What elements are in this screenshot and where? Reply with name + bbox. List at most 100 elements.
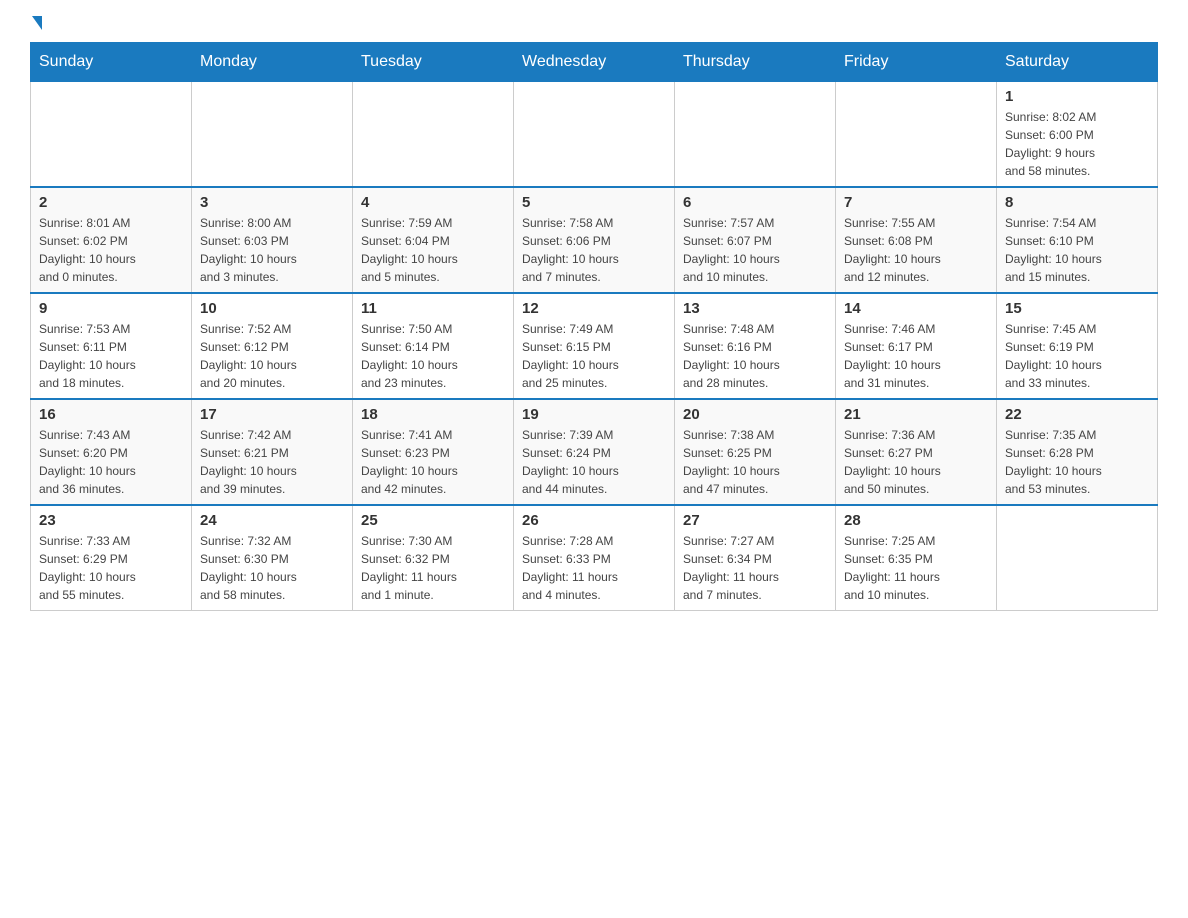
day-info: Sunrise: 7:36 AMSunset: 6:27 PMDaylight:…	[844, 426, 988, 498]
calendar-day-cell	[31, 82, 192, 188]
calendar-day-cell: 4Sunrise: 7:59 AMSunset: 6:04 PMDaylight…	[353, 187, 514, 293]
day-number: 15	[1005, 300, 1149, 317]
calendar-week-row: 23 Sunrise: 7:33 AMSunset: 6:29 PMDayligh…	[31, 505, 1158, 611]
calendar-day-cell: 21Sunrise: 7:36 AMSunset: 6:27 PMDayligh…	[836, 399, 997, 505]
day-info: Sunrise: 7:46 AMSunset: 6:17 PMDaylight:…	[844, 320, 988, 392]
calendar-day-cell	[675, 82, 836, 188]
calendar-day-cell: 28 Sunrise: 7:25 AMSunset: 6:35 PMDayligh…	[836, 505, 997, 611]
day-info: Sunrise: 7:41 AMSunset: 6:23 PMDaylight:…	[361, 426, 505, 498]
day-info: Sunrise: 7:38 AMSunset: 6:25 PMDaylight:…	[683, 426, 827, 498]
day-number: 11	[361, 300, 505, 317]
day-info: Sunrise: 8:00 AMSunset: 6:03 PMDaylight:…	[200, 214, 344, 286]
day-info: Sunrise: 8:02 AMSunset: 6:00 PMDaylight:…	[1005, 108, 1149, 180]
day-number: 23	[39, 512, 183, 529]
calendar-day-header: Monday	[192, 43, 353, 82]
calendar-week-row: 9 Sunrise: 7:53 AMSunset: 6:11 PMDaylight…	[31, 293, 1158, 399]
day-info: Sunrise: 7:43 AMSunset: 6:20 PMDaylight:…	[39, 426, 183, 498]
day-number: 1	[1005, 88, 1149, 105]
day-info: Sunrise: 7:25 AMSunset: 6:35 PMDaylight:…	[844, 532, 988, 604]
day-number: 7	[844, 194, 988, 211]
calendar-day-cell: 1 Sunrise: 8:02 AMSunset: 6:00 PMDaylight…	[997, 82, 1158, 188]
day-info: Sunrise: 7:53 AMSunset: 6:11 PMDaylight:…	[39, 320, 183, 392]
day-info: Sunrise: 7:55 AMSunset: 6:08 PMDaylight:…	[844, 214, 988, 286]
calendar-week-row: 16 Sunrise: 7:43 AMSunset: 6:20 PMDayligh…	[31, 399, 1158, 505]
calendar-day-cell: 10 Sunrise: 7:52 AMSunset: 6:12 PMDayligh…	[192, 293, 353, 399]
day-info: Sunrise: 7:57 AMSunset: 6:07 PMDaylight:…	[683, 214, 827, 286]
day-number: 28	[844, 512, 988, 529]
day-info: Sunrise: 7:58 AMSunset: 6:06 PMDaylight:…	[522, 214, 666, 286]
calendar-day-cell	[997, 505, 1158, 611]
calendar-day-cell: 7 Sunrise: 7:55 AMSunset: 6:08 PMDaylight…	[836, 187, 997, 293]
calendar-day-cell: 2 Sunrise: 8:01 AMSunset: 6:02 PMDaylight…	[31, 187, 192, 293]
page-header	[30, 20, 1158, 26]
calendar-day-header: Thursday	[675, 43, 836, 82]
calendar-day-cell	[836, 82, 997, 188]
calendar-day-cell: 15 Sunrise: 7:45 AMSunset: 6:19 PMDayligh…	[997, 293, 1158, 399]
calendar-day-cell: 20 Sunrise: 7:38 AMSunset: 6:25 PMDayligh…	[675, 399, 836, 505]
day-number: 13	[683, 300, 827, 317]
day-number: 10	[200, 300, 344, 317]
day-info: Sunrise: 7:28 AMSunset: 6:33 PMDaylight:…	[522, 532, 666, 604]
calendar-day-cell: 6 Sunrise: 7:57 AMSunset: 6:07 PMDaylight…	[675, 187, 836, 293]
calendar-table: SundayMondayTuesdayWednesdayThursdayFrid…	[30, 42, 1158, 611]
calendar-day-header: Saturday	[997, 43, 1158, 82]
calendar-day-cell: 14 Sunrise: 7:46 AMSunset: 6:17 PMDayligh…	[836, 293, 997, 399]
day-number: 9	[39, 300, 183, 317]
day-info: Sunrise: 7:54 AMSunset: 6:10 PMDaylight:…	[1005, 214, 1149, 286]
calendar-day-cell: 17 Sunrise: 7:42 AMSunset: 6:21 PMDayligh…	[192, 399, 353, 505]
calendar-day-cell	[514, 82, 675, 188]
day-info: Sunrise: 7:48 AMSunset: 6:16 PMDaylight:…	[683, 320, 827, 392]
calendar-day-cell: 11 Sunrise: 7:50 AMSunset: 6:14 PMDayligh…	[353, 293, 514, 399]
day-info: Sunrise: 7:50 AMSunset: 6:14 PMDaylight:…	[361, 320, 505, 392]
day-number: 2	[39, 194, 183, 211]
calendar-day-cell: 19 Sunrise: 7:39 AMSunset: 6:24 PMDayligh…	[514, 399, 675, 505]
day-number: 19	[522, 406, 666, 423]
day-info: Sunrise: 7:32 AMSunset: 6:30 PMDaylight:…	[200, 532, 344, 604]
calendar-day-cell: 16 Sunrise: 7:43 AMSunset: 6:20 PMDayligh…	[31, 399, 192, 505]
day-number: 4	[361, 194, 505, 211]
calendar-week-row: 2 Sunrise: 8:01 AMSunset: 6:02 PMDaylight…	[31, 187, 1158, 293]
day-number: 5	[522, 194, 666, 211]
day-info: Sunrise: 7:35 AMSunset: 6:28 PMDaylight:…	[1005, 426, 1149, 498]
calendar-day-header: Friday	[836, 43, 997, 82]
day-info: Sunrise: 7:49 AMSunset: 6:15 PMDaylight:…	[522, 320, 666, 392]
calendar-day-cell: 18 Sunrise: 7:41 AMSunset: 6:23 PMDayligh…	[353, 399, 514, 505]
calendar-week-row: 1 Sunrise: 8:02 AMSunset: 6:00 PMDaylight…	[31, 82, 1158, 188]
calendar-day-cell: 5 Sunrise: 7:58 AMSunset: 6:06 PMDaylight…	[514, 187, 675, 293]
calendar-day-cell: 22 Sunrise: 7:35 AMSunset: 6:28 PMDayligh…	[997, 399, 1158, 505]
day-info: Sunrise: 7:39 AMSunset: 6:24 PMDaylight:…	[522, 426, 666, 498]
day-number: 3	[200, 194, 344, 211]
calendar-day-header: Sunday	[31, 43, 192, 82]
day-number: 22	[1005, 406, 1149, 423]
calendar-day-cell	[353, 82, 514, 188]
day-info: Sunrise: 7:52 AMSunset: 6:12 PMDaylight:…	[200, 320, 344, 392]
day-number: 16	[39, 406, 183, 423]
calendar-day-cell: 23 Sunrise: 7:33 AMSunset: 6:29 PMDayligh…	[31, 505, 192, 611]
day-number: 18	[361, 406, 505, 423]
day-number: 8	[1005, 194, 1149, 211]
day-info: Sunrise: 7:42 AMSunset: 6:21 PMDaylight:…	[200, 426, 344, 498]
logo	[30, 20, 42, 26]
logo-triangle-icon	[32, 16, 42, 30]
calendar-day-cell: 12 Sunrise: 7:49 AMSunset: 6:15 PMDayligh…	[514, 293, 675, 399]
logo-text	[30, 20, 42, 30]
calendar-day-cell: 27Sunrise: 7:27 AMSunset: 6:34 PMDayligh…	[675, 505, 836, 611]
calendar-day-cell: 25 Sunrise: 7:30 AMSunset: 6:32 PMDayligh…	[353, 505, 514, 611]
day-number: 17	[200, 406, 344, 423]
day-number: 6	[683, 194, 827, 211]
day-info: Sunrise: 7:45 AMSunset: 6:19 PMDaylight:…	[1005, 320, 1149, 392]
day-info: Sunrise: 7:27 AMSunset: 6:34 PMDaylight:…	[683, 532, 827, 604]
day-info: Sunrise: 8:01 AMSunset: 6:02 PMDaylight:…	[39, 214, 183, 286]
calendar-day-header: Wednesday	[514, 43, 675, 82]
day-number: 12	[522, 300, 666, 317]
calendar-day-cell: 24Sunrise: 7:32 AMSunset: 6:30 PMDayligh…	[192, 505, 353, 611]
calendar-day-header: Tuesday	[353, 43, 514, 82]
day-info: Sunrise: 7:30 AMSunset: 6:32 PMDaylight:…	[361, 532, 505, 604]
calendar-day-cell: 9 Sunrise: 7:53 AMSunset: 6:11 PMDaylight…	[31, 293, 192, 399]
day-number: 14	[844, 300, 988, 317]
day-number: 25	[361, 512, 505, 529]
calendar-day-cell: 3 Sunrise: 8:00 AMSunset: 6:03 PMDaylight…	[192, 187, 353, 293]
calendar-day-cell: 8 Sunrise: 7:54 AMSunset: 6:10 PMDaylight…	[997, 187, 1158, 293]
day-info: Sunrise: 7:33 AMSunset: 6:29 PMDaylight:…	[39, 532, 183, 604]
day-number: 20	[683, 406, 827, 423]
